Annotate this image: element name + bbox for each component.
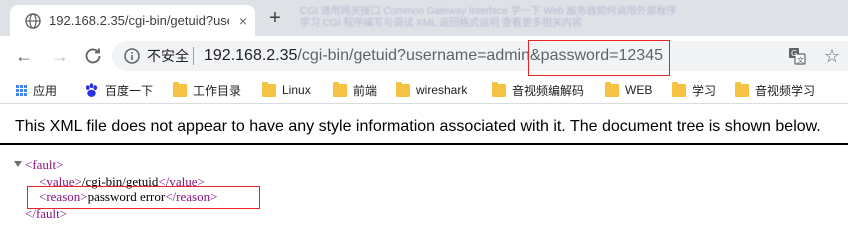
blurred-title-row: 学习 CGI 程序编写与调试 XML 返回格式说明 查看更多相关内容 (300, 18, 582, 29)
bookmark-folder-codec[interactable]: 音视频编解码 (492, 81, 584, 99)
bookmark-folder-wireshark[interactable]: wireshark (396, 81, 467, 99)
browser-tab[interactable]: 192.168.2.35/cgi-bin/getuid?username=adm… (10, 5, 255, 36)
bookmarks-bar: 应用 百度一下 工作目录 Linux 前端 wireshark 音视频编解码 W… (0, 76, 848, 104)
bookmark-baidu[interactable]: 百度一下 (84, 81, 153, 99)
blurred-title-row: CGI 通用网关接口 Common Gateway Interface 学一下 … (300, 6, 677, 17)
xml-notice-text: This XML file does not appear to have an… (15, 118, 821, 135)
bookmark-label: wireshark (416, 83, 468, 97)
bookmark-label: 学习 (692, 83, 717, 98)
xml-tag: <fault> (25, 157, 64, 172)
baidu-paw-icon (85, 82, 98, 97)
folder-icon (672, 81, 686, 97)
globe-icon (25, 13, 41, 29)
apps-grid-icon (16, 84, 27, 96)
xml-line-fault-open: <fault> (25, 158, 64, 171)
back-button[interactable]: ← (14, 46, 34, 66)
folder-icon (333, 81, 347, 97)
bookmark-label: 音视频学习 (755, 83, 816, 98)
bookmark-label: 应用 (33, 83, 58, 98)
bookmark-label: Linux (282, 83, 311, 97)
bookmark-folder-workdir[interactable]: 工作目录 (173, 81, 241, 99)
new-tab-button[interactable]: + (264, 8, 286, 30)
collapse-triangle-icon[interactable] (14, 161, 22, 167)
folder-icon (605, 81, 619, 97)
browser-toolbar: ← → 不安全 192.168.2.35/cgi-bin/getuid?user… (0, 36, 848, 76)
bookmark-folder-frontend[interactable]: 前端 (333, 81, 377, 99)
bookmark-folder-linux[interactable]: Linux (262, 81, 311, 99)
bookmark-label: 音视频编解码 (512, 83, 585, 98)
bookmark-label: WEB (625, 83, 653, 97)
tab-title: 192.168.2.35/cgi-bin/getuid?username=adm… (49, 13, 229, 28)
bookmark-folder-web[interactable]: WEB (605, 81, 652, 99)
bookmark-label: 百度一下 (105, 83, 154, 98)
folder-icon (492, 81, 506, 97)
address-divider (193, 47, 194, 65)
annotation-box-reason (27, 186, 260, 209)
folder-icon (396, 81, 410, 97)
address-bar[interactable]: 不安全 192.168.2.35/cgi-bin/getuid?username… (112, 41, 848, 71)
bookmark-folder-av-study[interactable]: 音视频学习 (735, 81, 815, 99)
translate-icon[interactable]: G 文 (788, 47, 806, 65)
annotation-box-password (528, 40, 670, 76)
folder-icon (735, 81, 749, 97)
xml-style-notice: This XML file does not appear to have an… (0, 105, 848, 145)
folder-icon (173, 81, 187, 97)
svg-text:文: 文 (797, 56, 804, 65)
page-content: This XML file does not appear to have an… (0, 105, 848, 252)
reload-icon[interactable] (83, 46, 103, 66)
bookmark-folder-study[interactable]: 学习 (672, 81, 716, 99)
url-host: 192.168.2.35 (204, 47, 298, 64)
blurred-tab-titles: CGI 通用网关接口 Common Gateway Interface 学一下 … (300, 6, 848, 32)
folder-icon (262, 81, 276, 97)
tab-strip: 192.168.2.35/cgi-bin/getuid?username=adm… (0, 0, 848, 36)
bookmark-apps[interactable]: 应用 (16, 81, 57, 99)
forward-button[interactable]: → (50, 46, 70, 66)
bookmark-label: 前端 (353, 83, 378, 98)
bookmark-star-icon[interactable]: ☆ (822, 46, 842, 66)
not-secure-label[interactable]: 不安全 (147, 48, 189, 64)
tab-close-icon[interactable]: × (235, 13, 251, 29)
bookmark-label: 工作目录 (193, 83, 242, 98)
info-icon[interactable] (124, 48, 140, 64)
